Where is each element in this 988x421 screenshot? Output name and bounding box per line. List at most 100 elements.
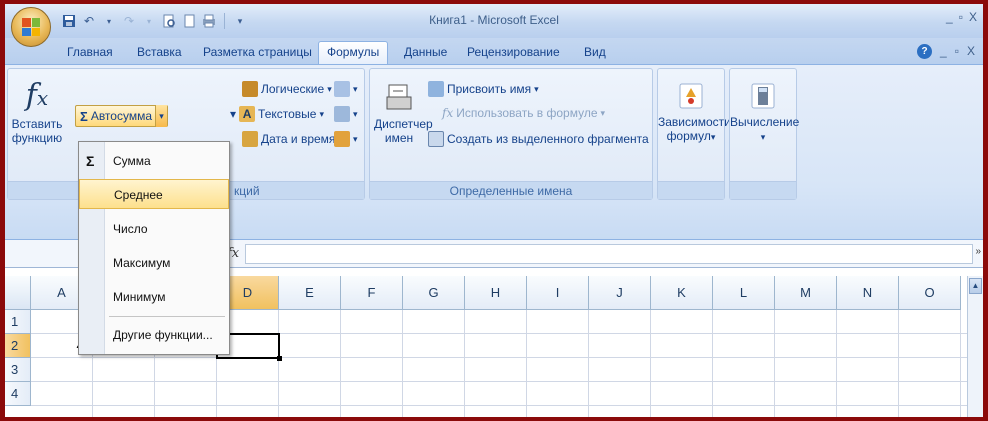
row-header[interactable]: 2 (5, 334, 31, 358)
menu-item-sum-label: Сумма (113, 154, 151, 168)
calendar-icon (242, 131, 258, 147)
menu-item-min-label: Минимум (113, 290, 166, 304)
tab-data[interactable]: Данные (398, 43, 453, 61)
row-header[interactable]: 3 (5, 358, 31, 382)
calculation-group: Вычисление ▾ (729, 68, 799, 200)
menu-item-other-functions[interactable]: Другие функции... (79, 320, 229, 350)
column-header[interactable]: N (837, 276, 899, 310)
column-header[interactable]: O (899, 276, 961, 310)
ribbon-window-controls: ? _ ▫ X (917, 44, 975, 59)
tab-view[interactable]: Вид (578, 43, 612, 61)
column-header[interactable]: I (527, 276, 589, 310)
calculation-group-label (730, 181, 796, 199)
autosum-label: Автосумма (90, 109, 153, 123)
tab-formulas[interactable]: Формулы (318, 41, 389, 65)
name-manager-button[interactable]: Диспетчер имен (374, 79, 433, 145)
ribbon-minimize-button[interactable]: _ (940, 44, 947, 59)
logical-icon (242, 81, 258, 97)
dependencies-button[interactable]: Зависимости формул▾ (658, 77, 731, 144)
expand-formula-bar-icon[interactable]: » (975, 246, 981, 257)
math-button[interactable]: ▾ (334, 106, 358, 122)
menu-item-other-label: Другие функции... (113, 328, 213, 342)
column-header[interactable]: E (279, 276, 341, 310)
use-in-formula-icon: fx (442, 106, 454, 120)
formula-input[interactable] (245, 244, 973, 264)
column-header[interactable]: M (775, 276, 837, 310)
excel-window: ↶ ▾ ↷ ▾ ▾ Книга1 - Microsoft Excel _ ▫ X (5, 4, 983, 417)
datetime-button[interactable]: Дата и время▾ (242, 131, 343, 147)
lookup-button[interactable]: ▾ (334, 81, 358, 97)
ribbon-restore-button[interactable]: ▫ (955, 44, 959, 59)
row-header[interactable]: 1 (5, 310, 31, 334)
help-icon[interactable]: ? (917, 44, 933, 59)
column-header[interactable]: G (403, 276, 465, 310)
tab-page-layout[interactable]: Разметка страницы (197, 43, 318, 61)
autosum-dropdown-arrow[interactable]: ▾ (155, 105, 168, 127)
menu-item-min[interactable]: Минимум (79, 282, 229, 312)
text-button-dropdown-fragment: ▾ (230, 107, 237, 121)
restore-button[interactable]: ▫ (959, 10, 963, 24)
autosum-button[interactable]: Σ Автосумма ▾ (75, 105, 169, 127)
assign-name-button[interactable]: Присвоить имя ▾ (428, 81, 539, 97)
ribbon-tabs: Главная Вставка Разметка страницы Формул… (5, 38, 983, 65)
menu-item-average[interactable]: Среднее (79, 179, 229, 209)
text-functions-button[interactable]: ▾ A Текстовые ▾ (230, 106, 324, 122)
dependencies-icon (658, 77, 724, 115)
menu-item-count[interactable]: Число (79, 214, 229, 244)
column-header[interactable]: J (589, 276, 651, 310)
autosum-menu: Σ Сумма Среднее Число Максимум Минимум Д… (78, 141, 230, 355)
menu-item-max[interactable]: Максимум (79, 248, 229, 278)
column-header[interactable]: L (713, 276, 775, 310)
column-header[interactable]: F (341, 276, 403, 310)
office-button[interactable] (11, 7, 51, 47)
sigma-icon: Σ (80, 108, 88, 124)
ribbon-close-button[interactable]: X (967, 44, 975, 59)
office-logo-icon (22, 18, 40, 36)
tab-insert[interactable]: Вставка (131, 43, 188, 61)
menu-separator (109, 316, 225, 317)
create-from-selection-button[interactable]: Создать из выделенного фрагмента (428, 131, 649, 147)
sigma-icon: Σ (86, 153, 95, 169)
close-button[interactable]: X (969, 10, 977, 24)
menu-item-sum[interactable]: Σ Сумма (79, 146, 229, 176)
text-label: Текстовые (258, 107, 317, 121)
function-library-label-text: кций (234, 184, 260, 198)
assign-name-icon (428, 81, 444, 97)
logical-button[interactable]: Логические ▾ (242, 81, 332, 97)
insert-function-label-2: функцию (11, 131, 63, 145)
fill-handle[interactable] (277, 356, 282, 361)
fx-icon: fx (25, 78, 49, 113)
insert-function-button[interactable]: fx Вставить функцию (8, 77, 66, 145)
logical-label: Логические (261, 82, 325, 96)
more-functions-icon (334, 131, 350, 147)
name-manager-label-2: имен (384, 131, 414, 145)
select-all-corner[interactable] (5, 276, 31, 310)
column-header[interactable]: H (465, 276, 527, 310)
dependencies-label-1: Зависимости (658, 115, 731, 129)
title-bar: ↶ ▾ ↷ ▾ ▾ Книга1 - Microsoft Excel _ ▫ X (5, 4, 983, 38)
defined-names-label: Определенные имена (370, 181, 652, 199)
calculator-icon (730, 77, 796, 115)
tab-home[interactable]: Главная (61, 43, 119, 61)
create-from-selection-label: Создать из выделенного фрагмента (447, 132, 649, 146)
text-icon: A (239, 106, 256, 122)
use-in-formula-button[interactable]: fx Использовать в формуле ▾ (442, 106, 605, 120)
vertical-scrollbar[interactable]: ▲ (967, 276, 983, 417)
datetime-label: Дата и время (261, 132, 336, 146)
insert-function-label-1: Вставить (11, 117, 63, 131)
minimize-button[interactable]: _ (946, 10, 953, 24)
window-controls: _ ▫ X (946, 10, 977, 24)
calculation-button[interactable]: Вычисление ▾ (730, 77, 799, 144)
create-from-selection-icon (428, 131, 444, 147)
scroll-up-arrow-icon[interactable]: ▲ (969, 278, 982, 294)
assign-name-label: Присвоить имя (447, 82, 532, 96)
window-title: Книга1 - Microsoft Excel (429, 13, 559, 27)
row-header[interactable]: 4 (5, 382, 31, 406)
defined-names-group: Диспетчер имен Присвоить имя ▾ fx Использ… (369, 68, 653, 200)
column-header[interactable]: K (651, 276, 713, 310)
tab-review[interactable]: Рецензирование (461, 43, 566, 61)
math-icon (334, 106, 350, 122)
more-functions-button[interactable]: ▾ (334, 131, 358, 147)
lookup-icon (334, 81, 350, 97)
formula-auditing-label (658, 181, 724, 199)
